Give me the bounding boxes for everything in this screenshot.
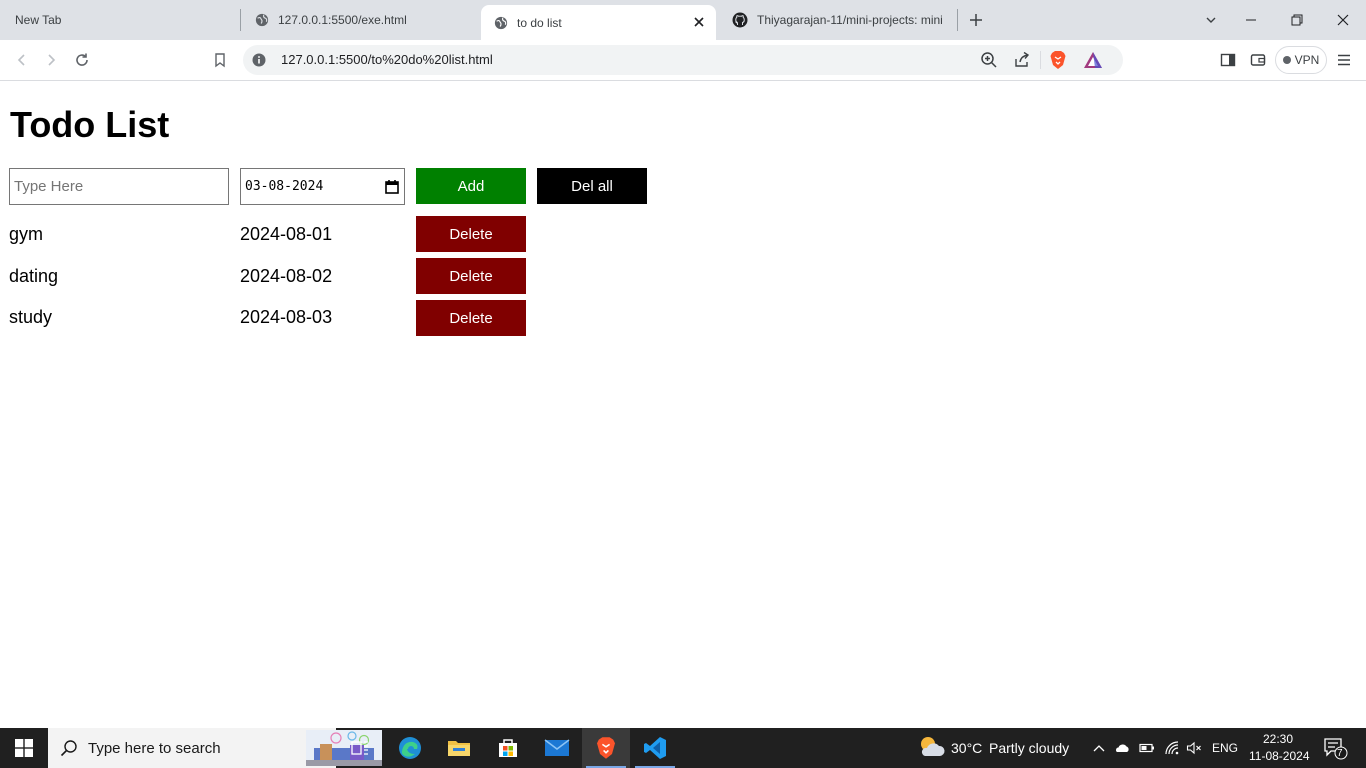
brave-app[interactable] — [582, 728, 630, 768]
page-content: Todo List 03-08-2024 Add Del all gym 202… — [0, 82, 1366, 728]
share-icon[interactable] — [1013, 51, 1031, 69]
close-icon[interactable] — [692, 15, 706, 29]
date-value: 03-08-2024 — [245, 179, 324, 194]
todo-name: gym — [9, 224, 44, 244]
bookmark-button[interactable] — [210, 50, 230, 70]
minimize-button[interactable] — [1228, 0, 1274, 40]
arrow-right-icon — [48, 54, 56, 66]
reload-icon — [76, 53, 88, 66]
github-icon — [732, 12, 748, 28]
edge-app[interactable] — [386, 728, 434, 768]
notification-count: 7 — [1337, 748, 1343, 759]
tab-strip: New Tab 127.0.0.1:5500/exe.html to do li… — [0, 0, 1366, 40]
brave-icon — [597, 737, 615, 759]
taskbar-search[interactable]: Type here to search — [48, 728, 382, 768]
todo-name: dating — [9, 266, 59, 286]
todo-name-input[interactable] — [9, 168, 229, 205]
forward-button[interactable] — [41, 50, 61, 70]
battery-icon[interactable] — [1139, 740, 1155, 756]
tab-title: 127.0.0.1:5500/exe.html — [278, 13, 407, 27]
restore-icon — [1291, 14, 1303, 26]
onedrive-cloud-icon[interactable] — [1114, 740, 1130, 756]
volume-muted-icon[interactable] — [1186, 740, 1202, 756]
brave-rewards-icon[interactable] — [1083, 51, 1103, 69]
menu-button[interactable] — [1334, 50, 1354, 70]
chevron-up-icon[interactable] — [1091, 740, 1107, 756]
todo-date: 2024-08-01 — [240, 224, 333, 244]
sidebar-icon — [1220, 53, 1236, 67]
tab-new-tab[interactable]: New Tab — [0, 0, 240, 40]
store-icon — [499, 739, 517, 757]
add-button[interactable]: Add — [416, 168, 526, 204]
vscode-icon — [644, 737, 666, 759]
weather-temperature[interactable]: 30°C — [951, 740, 982, 756]
tab-github[interactable]: Thiyagarajan-11/mini-projects: mini — [718, 0, 956, 40]
vscode-app[interactable] — [631, 728, 679, 768]
browser-toolbar: 127.0.0.1:5500/to%20do%20list.html VPN — [0, 40, 1366, 81]
url-text: 127.0.0.1:5500/to%20do%20list.html — [281, 52, 493, 67]
chevron-down-icon — [1206, 17, 1216, 23]
reload-button[interactable] — [72, 50, 92, 70]
notification-icon[interactable] — [1324, 738, 1348, 760]
folder-icon — [448, 741, 470, 756]
weather-partly-cloudy-icon[interactable] — [917, 734, 945, 760]
vpn-button[interactable]: VPN — [1275, 46, 1327, 74]
todo-date: 2024-08-02 — [240, 266, 333, 286]
hamburger-menu-icon — [1338, 54, 1350, 66]
zoom-icon[interactable] — [980, 51, 998, 69]
brave-shields-icon[interactable] — [1049, 50, 1067, 70]
edge-icon — [399, 737, 421, 759]
vpn-label: VPN — [1294, 53, 1320, 67]
wallet-button[interactable] — [1248, 50, 1268, 70]
weather-description[interactable]: Partly cloudy — [989, 740, 1069, 756]
page-title: Todo List — [10, 104, 170, 145]
new-tab-plus-icon[interactable] — [966, 10, 986, 30]
vpn-status-icon — [1282, 56, 1291, 64]
clock-time[interactable]: 22:30 — [1263, 732, 1293, 746]
wifi-icon[interactable] — [1164, 740, 1180, 756]
search-placeholder: Type here to search — [88, 740, 221, 757]
back-button[interactable] — [12, 50, 32, 70]
restore-button[interactable] — [1274, 0, 1320, 40]
mail-icon — [544, 739, 570, 756]
address-bar[interactable]: 127.0.0.1:5500/to%20do%20list.html — [243, 45, 1123, 75]
todo-name: study — [9, 307, 53, 327]
store-app[interactable] — [484, 728, 532, 768]
mail-app[interactable] — [533, 728, 581, 768]
task-view-icon — [351, 741, 368, 755]
search-icon — [60, 740, 77, 757]
windows-logo-icon — [15, 739, 33, 757]
file-explorer-app[interactable] — [435, 728, 483, 768]
tab-title: Thiyagarajan-11/mini-projects: mini — [757, 13, 943, 27]
arrow-left-icon — [17, 54, 25, 66]
taskbar: Type here to search 30°C Partly cloudy E… — [0, 728, 1366, 768]
tab-exe[interactable]: 127.0.0.1:5500/exe.html — [241, 0, 479, 40]
language-indicator[interactable]: ENG — [1212, 741, 1238, 755]
calendar-icon[interactable] — [385, 179, 399, 194]
start-button[interactable] — [0, 728, 48, 768]
wallet-icon — [1250, 54, 1266, 66]
tab-to-do-list[interactable]: to do list — [481, 5, 716, 40]
close-window-button[interactable] — [1320, 0, 1366, 40]
todo-date-input[interactable]: 03-08-2024 — [240, 168, 405, 205]
tab-title: New Tab — [15, 13, 62, 27]
site-info-icon[interactable] — [252, 53, 266, 67]
delete-button[interactable]: Delete — [416, 300, 526, 336]
todo-date: 2024-08-03 — [240, 307, 333, 327]
globe-icon — [255, 13, 269, 27]
clock-date[interactable]: 11-08-2024 — [1249, 749, 1310, 763]
sidebar-button[interactable] — [1218, 50, 1238, 70]
tab-separator — [957, 9, 958, 31]
globe-icon — [494, 16, 508, 29]
bookmark-icon — [215, 53, 225, 68]
delete-button[interactable]: Delete — [416, 258, 526, 294]
delete-all-button[interactable]: Del all — [537, 168, 647, 204]
divider — [1040, 51, 1041, 69]
task-view-button[interactable] — [336, 728, 384, 768]
tab-title: to do list — [517, 15, 562, 30]
delete-button[interactable]: Delete — [416, 216, 526, 252]
minimize-icon — [1246, 19, 1256, 21]
close-icon — [1337, 14, 1349, 26]
